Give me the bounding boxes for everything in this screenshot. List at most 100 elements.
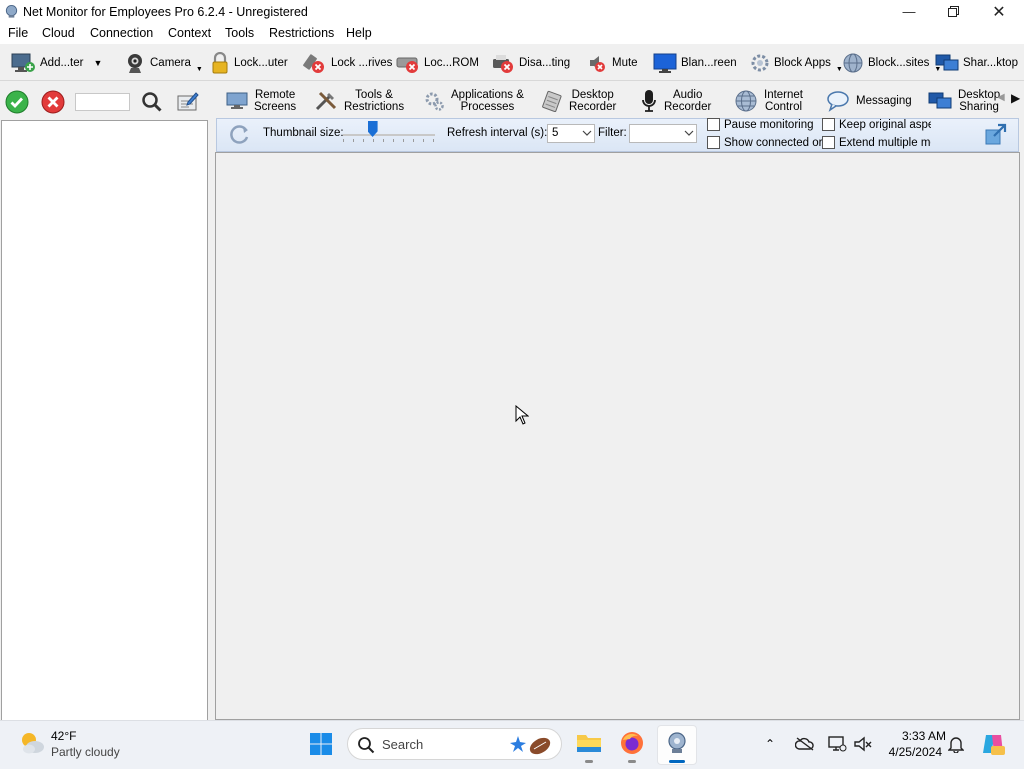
extend-multiple-label: Extend multiple mo bbox=[839, 137, 931, 149]
taskbar-date[interactable]: 4/25/2024 bbox=[880, 745, 942, 759]
refresh-icon[interactable] bbox=[229, 124, 251, 144]
blank-screen-label: Blan...reen bbox=[681, 57, 737, 69]
computer-list[interactable] bbox=[1, 120, 208, 722]
minimize-icon: — bbox=[902, 4, 916, 19]
net-monitor-taskbar-button[interactable] bbox=[657, 725, 697, 765]
thumbnail-size-slider[interactable] bbox=[343, 121, 435, 145]
filter-select[interactable] bbox=[629, 124, 697, 143]
show-connected-checkbox[interactable] bbox=[707, 136, 720, 149]
computer-search-input[interactable] bbox=[75, 93, 130, 111]
network-icon[interactable] bbox=[827, 735, 847, 753]
refresh-interval-label: Refresh interval (s): bbox=[447, 127, 548, 139]
camera-dropdown-icon[interactable]: ▼ bbox=[196, 66, 203, 73]
add-dropdown-icon[interactable]: ▼ bbox=[93, 58, 102, 68]
tab-tools-line1: Tools & bbox=[355, 89, 393, 101]
webcam-icon bbox=[128, 54, 142, 73]
block-apps-button[interactable]: Block Apps ▼ bbox=[750, 50, 843, 76]
tab-applications-line1: Applications & bbox=[451, 89, 524, 101]
tab-audio-recorder[interactable]: Audio Recorder bbox=[640, 86, 711, 116]
chevron-down-icon bbox=[684, 130, 694, 136]
onedrive-offline-icon[interactable] bbox=[795, 736, 815, 752]
menu-context[interactable]: Context bbox=[168, 26, 211, 40]
keep-aspect-checkbox[interactable] bbox=[822, 118, 835, 131]
search-icon[interactable] bbox=[140, 90, 164, 114]
cancel-icon[interactable] bbox=[41, 90, 65, 114]
lock-computer-button[interactable]: Lock...uter bbox=[210, 50, 288, 76]
show-hidden-icons-chevron-icon[interactable]: ⌃ bbox=[765, 737, 775, 751]
taskbar-time[interactable]: 3:33 AM bbox=[880, 729, 946, 743]
monitor-icon bbox=[226, 92, 248, 109]
tab-messaging[interactable]: Messaging bbox=[826, 86, 912, 116]
weather-temperature: 42°F bbox=[51, 729, 77, 743]
maximize-button[interactable] bbox=[930, 0, 976, 23]
camera-button[interactable]: Camera ▼ bbox=[124, 50, 203, 76]
notification-bell-icon[interactable] bbox=[948, 735, 964, 753]
tab-tools-restrictions[interactable]: Tools & Restrictions bbox=[314, 86, 404, 116]
disable-printing-label: Disa...ting bbox=[519, 57, 571, 69]
tab-desktop-recorder[interactable]: Desktop Recorder bbox=[541, 86, 616, 116]
disable-printing-button[interactable]: Disa...ting bbox=[491, 50, 570, 76]
slider-tick bbox=[383, 139, 384, 142]
block-websites-button[interactable]: Block...sites ▼ bbox=[842, 50, 941, 76]
menu-cloud[interactable]: Cloud bbox=[42, 26, 75, 40]
refresh-interval-value: 5 bbox=[552, 127, 559, 139]
slider-tick bbox=[393, 139, 394, 142]
tab-applications-processes[interactable]: Applications & Processes bbox=[423, 86, 524, 116]
keep-aspect-label: Keep original aspec bbox=[839, 119, 931, 131]
checkmark-icon[interactable] bbox=[5, 90, 29, 114]
lock-cdrom-button[interactable]: Loc...ROM bbox=[396, 50, 479, 76]
menu-file[interactable]: File bbox=[8, 26, 28, 40]
weather-widget[interactable]: 42°F Partly cloudy bbox=[14, 728, 134, 762]
tab-internet-control[interactable]: Internet Control bbox=[734, 86, 803, 116]
share-desktop-button[interactable]: Shar...ktop bbox=[935, 50, 1018, 76]
slider-tick bbox=[413, 139, 414, 142]
taskbar-search-box[interactable]: Search bbox=[347, 728, 562, 760]
popout-icon[interactable] bbox=[984, 122, 1008, 146]
camera-label: Camera bbox=[150, 57, 191, 69]
slider-tick bbox=[363, 139, 364, 142]
firefox-icon[interactable] bbox=[620, 731, 644, 755]
blank-screen-button[interactable]: Blan...reen bbox=[653, 50, 737, 76]
tab-desktop-sharing[interactable]: Desktop Sharing bbox=[928, 86, 1000, 116]
copilot-icon[interactable] bbox=[980, 731, 1006, 757]
file-explorer-icon[interactable] bbox=[576, 731, 602, 755]
menu-tools[interactable]: Tools bbox=[225, 26, 254, 40]
mute-label: Mute bbox=[612, 57, 638, 69]
tab-remote-screens-line2: Screens bbox=[254, 101, 297, 113]
tab-desktop-sharing-line1: Desktop bbox=[958, 89, 1001, 101]
printer-block-icon bbox=[493, 55, 513, 73]
app-logo-icon bbox=[5, 4, 18, 18]
tab-audio-recorder-line2: Recorder bbox=[664, 101, 712, 113]
tab-desktop-recorder-line1: Desktop bbox=[571, 89, 614, 101]
mouse-cursor-icon bbox=[515, 405, 529, 425]
menu-help[interactable]: Help bbox=[346, 26, 372, 40]
refresh-interval-select[interactable]: 5 bbox=[547, 124, 595, 143]
volume-muted-icon[interactable] bbox=[853, 735, 873, 753]
cd-drive-block-icon bbox=[396, 57, 418, 73]
shared-screens-icon bbox=[935, 54, 959, 71]
restore-icon bbox=[947, 6, 959, 17]
close-window-button[interactable]: ✕ bbox=[976, 0, 1022, 23]
tabs-scroll-right-icon[interactable]: ▶ bbox=[1011, 91, 1020, 105]
remote-screens-view[interactable] bbox=[215, 152, 1020, 720]
tabs-scroll-left-icon[interactable]: ◀ bbox=[997, 92, 1005, 103]
pause-monitoring-checkbox[interactable] bbox=[707, 118, 720, 131]
lock-drives-button[interactable]: Lock ...rives bbox=[303, 50, 392, 76]
block-websites-label: Block...sites bbox=[868, 57, 930, 69]
minimize-button[interactable]: — bbox=[886, 0, 932, 23]
gears-icon bbox=[425, 92, 444, 111]
slider-tick bbox=[423, 139, 424, 142]
edit-list-icon[interactable] bbox=[176, 90, 200, 114]
menu-restrictions[interactable]: Restrictions bbox=[269, 26, 334, 40]
tab-remote-screens[interactable]: Remote Screens bbox=[226, 86, 296, 116]
film-reel-icon bbox=[542, 90, 562, 112]
extend-multiple-checkbox[interactable] bbox=[822, 136, 835, 149]
share-desktop-label: Shar...ktop bbox=[963, 57, 1018, 69]
mute-button[interactable]: Mute bbox=[588, 50, 638, 76]
partly-cloudy-icon bbox=[22, 733, 44, 754]
shared-screens-icon bbox=[928, 92, 952, 109]
add-computer-button[interactable]: Add...ter ▼ bbox=[10, 50, 102, 76]
windows-start-icon[interactable] bbox=[309, 732, 333, 756]
menu-connection[interactable]: Connection bbox=[90, 26, 153, 40]
lock-drives-label: Lock ...rives bbox=[331, 57, 393, 69]
